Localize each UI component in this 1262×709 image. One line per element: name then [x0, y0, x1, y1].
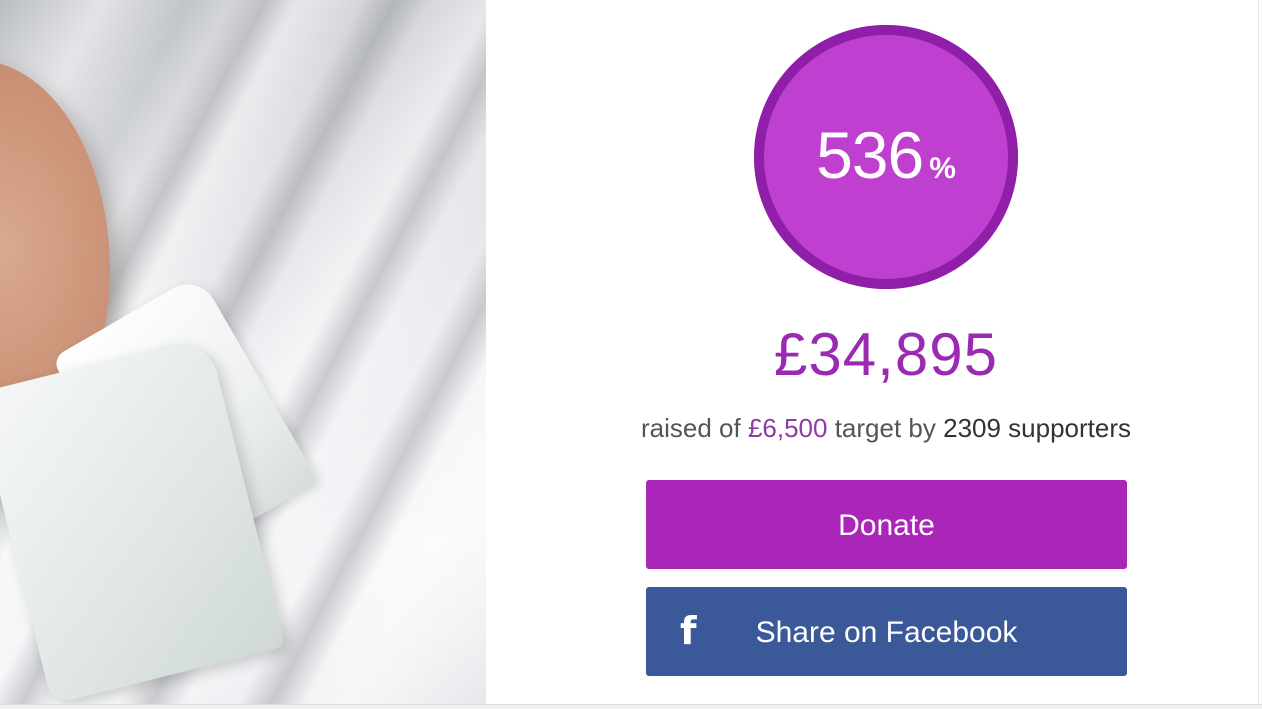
target-summary: raised of £6,500 target by 2309 supporte…	[486, 413, 1262, 444]
supporter-count: 2309 supporters	[943, 413, 1132, 443]
donate-button[interactable]: Donate	[646, 480, 1127, 569]
share-facebook-button[interactable]: f Share on Facebook	[646, 587, 1127, 676]
amount-raised: £34,895	[774, 321, 998, 388]
percent-value: 536	[816, 118, 924, 192]
share-facebook-label: Share on Facebook	[755, 616, 1018, 649]
donate-button-label: Donate	[838, 509, 935, 542]
raised-prefix: raised of	[640, 413, 741, 443]
fundraising-stats-panel: 536% £34,895 raised of £6,500 target by …	[486, 0, 1258, 704]
panel-border	[1258, 0, 1259, 704]
target-suffix: target by	[834, 413, 936, 443]
campaign-photo	[0, 0, 486, 704]
facebook-icon: f	[680, 609, 697, 653]
progress-circle: 536%	[754, 25, 1018, 289]
fundraiser-page: 536% £34,895 raised of £6,500 target by …	[0, 0, 1262, 709]
percent-raised: 536%	[754, 117, 1018, 193]
target-amount: £6,500	[747, 413, 828, 443]
bottom-divider	[0, 704, 1262, 709]
percent-sign: %	[929, 152, 956, 185]
